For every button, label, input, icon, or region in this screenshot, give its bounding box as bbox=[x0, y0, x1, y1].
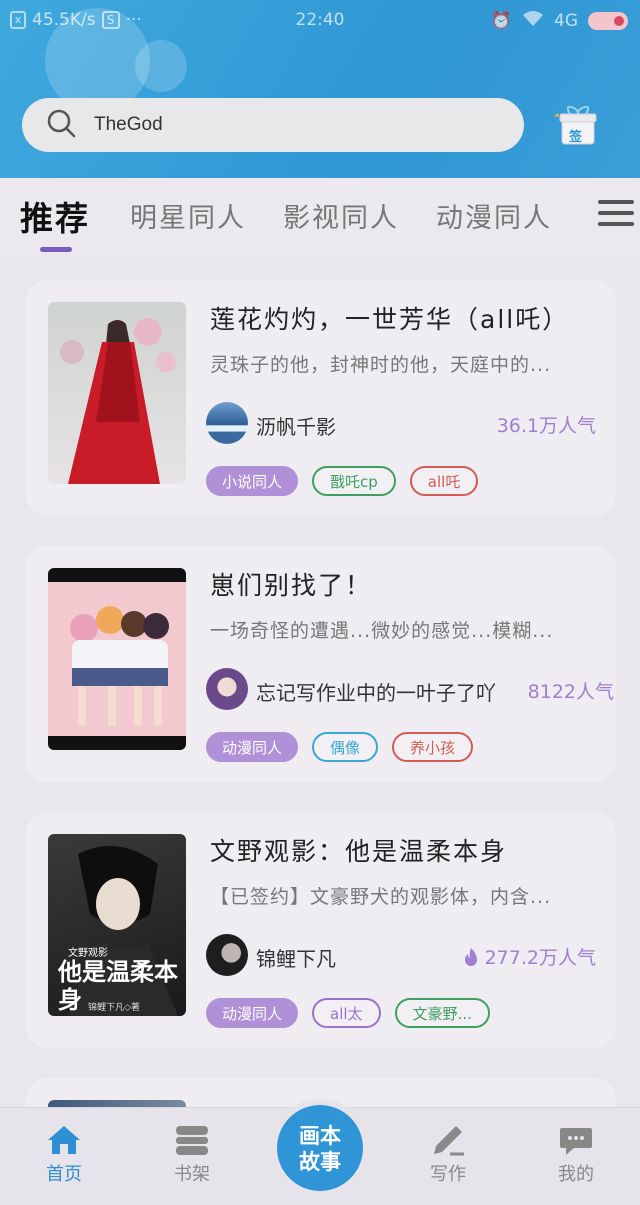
author-name[interactable]: 锦鲤下凡 bbox=[256, 943, 336, 972]
tag-chip[interactable]: all太 bbox=[312, 998, 381, 1028]
search-icon bbox=[46, 108, 76, 142]
nav-home[interactable]: 首页 bbox=[24, 1124, 104, 1186]
tag-chip[interactable]: 养小孩 bbox=[392, 732, 474, 762]
tab-celebrity[interactable]: 明星同人 bbox=[130, 196, 246, 235]
tag-list: 动漫同人 all太 文豪野... bbox=[206, 998, 490, 1028]
signal-label: 4G bbox=[554, 10, 578, 31]
nav-write[interactable]: 写作 bbox=[408, 1124, 488, 1186]
tag-chip[interactable]: 文豪野... bbox=[394, 998, 490, 1028]
nav-mine-label: 我的 bbox=[558, 1164, 594, 1185]
cover-author-text: 锦鲤下凡◇著 bbox=[88, 1003, 140, 1013]
tag-chip[interactable]: 戬吒cp bbox=[312, 466, 396, 496]
search-bar[interactable]: TheGod bbox=[22, 98, 524, 152]
author-name[interactable]: 忘记写作业中的一叶子了吖 bbox=[256, 677, 496, 706]
bookshelf-icon bbox=[176, 1126, 208, 1155]
category-menu-icon[interactable] bbox=[598, 200, 634, 232]
sign-in-gift-button[interactable]: 签 bbox=[552, 102, 600, 148]
chat-bubble-icon bbox=[560, 1128, 592, 1155]
popularity-count: 36.1万人气 bbox=[497, 411, 596, 438]
decor-bubble bbox=[135, 40, 187, 92]
story-card[interactable]: 文野观影 他是温柔本身 锦鲤下凡◇著 文野观影：他是温柔本身 【已签约】文豪野犬… bbox=[26, 812, 616, 1048]
center-button-line1: 画本 bbox=[299, 1124, 341, 1148]
picture-story-button[interactable]: 画本 故事 bbox=[277, 1105, 363, 1191]
story-description: 一场奇怪的遭遇...微妙的感觉...模糊... bbox=[210, 620, 554, 642]
wifi-icon bbox=[522, 10, 544, 31]
center-button-line2: 故事 bbox=[299, 1150, 341, 1174]
tab-anime[interactable]: 动漫同人 bbox=[436, 196, 552, 235]
active-tab-indicator bbox=[40, 247, 72, 252]
nav-bookshelf-label: 书架 bbox=[174, 1164, 210, 1185]
tag-chip[interactable]: 小说同人 bbox=[206, 466, 299, 496]
tag-chip[interactable]: all吒 bbox=[409, 466, 479, 496]
story-title: 崽们别找了！ bbox=[210, 571, 373, 600]
story-title: 莲花灼灼，一世芳华（all吒） bbox=[210, 305, 570, 334]
story-card[interactable]: 崽们别找了！ 一场奇怪的遭遇...微妙的感觉...模糊... 忘记写作业中的一叶… bbox=[26, 546, 616, 782]
sign-in-label: 签 bbox=[569, 130, 583, 145]
story-description: 【已签约】文豪野犬的观影体，内含... bbox=[210, 886, 552, 908]
popularity-value: 277.2万人气 bbox=[484, 947, 596, 969]
tab-recommend[interactable]: 推荐 bbox=[20, 192, 90, 240]
tab-film-tv[interactable]: 影视同人 bbox=[283, 196, 399, 235]
nav-write-label: 写作 bbox=[430, 1164, 466, 1185]
story-title: 文野观影：他是温柔本身 bbox=[210, 837, 508, 866]
book-cover bbox=[48, 302, 186, 484]
popularity-count: 277.2万人气 bbox=[463, 943, 596, 970]
tag-chip[interactable]: 偶像 bbox=[312, 732, 379, 762]
tag-chip[interactable]: 动漫同人 bbox=[206, 732, 299, 762]
avatar bbox=[206, 934, 248, 976]
story-card[interactable]: 莲花灼灼，一世芳华（all吒） 灵珠子的他，封神时的他，天庭中的... 沥帆千影… bbox=[26, 280, 616, 516]
battery-icon bbox=[588, 11, 628, 30]
book-cover bbox=[48, 568, 186, 750]
tag-list: 小说同人 戬吒cp all吒 bbox=[206, 466, 479, 496]
avatar bbox=[206, 668, 248, 710]
avatar bbox=[206, 402, 248, 444]
status-bar: x 45.5K/s S ··· 22:40 ⏰ 4G bbox=[0, 0, 640, 42]
nav-home-label: 首页 bbox=[46, 1164, 82, 1185]
author-name[interactable]: 沥帆千影 bbox=[256, 411, 336, 440]
author-row: 忘记写作业中的一叶子了吖 8122人气 bbox=[206, 668, 614, 714]
header: x 45.5K/s S ··· 22:40 ⏰ 4G TheGod 签 bbox=[0, 0, 640, 178]
search-input[interactable]: TheGod bbox=[94, 114, 163, 136]
story-description: 灵珠子的他，封神时的他，天庭中的... bbox=[210, 354, 552, 376]
alarm-icon: ⏰ bbox=[490, 10, 512, 31]
popularity-value: 36.1万人气 bbox=[496, 415, 596, 437]
popularity-count: 8122人气 bbox=[528, 677, 614, 704]
home-icon bbox=[48, 1126, 80, 1154]
author-row: 沥帆千影 36.1万人气 bbox=[206, 402, 596, 448]
tag-chip[interactable]: 动漫同人 bbox=[206, 998, 299, 1028]
category-tabs: 推荐 明星同人 影视同人 动漫同人 bbox=[0, 178, 640, 254]
nav-mine[interactable]: 我的 bbox=[536, 1124, 616, 1186]
fire-icon bbox=[464, 947, 477, 966]
tag-list: 动漫同人 偶像 养小孩 bbox=[206, 732, 474, 762]
popularity-value: 8122人气 bbox=[527, 681, 614, 703]
pen-icon bbox=[434, 1126, 464, 1156]
book-cover: 文野观影 他是温柔本身 锦鲤下凡◇著 bbox=[48, 834, 186, 1016]
author-row: 锦鲤下凡 277.2万人气 bbox=[206, 934, 596, 980]
nav-bookshelf[interactable]: 书架 bbox=[152, 1124, 232, 1186]
